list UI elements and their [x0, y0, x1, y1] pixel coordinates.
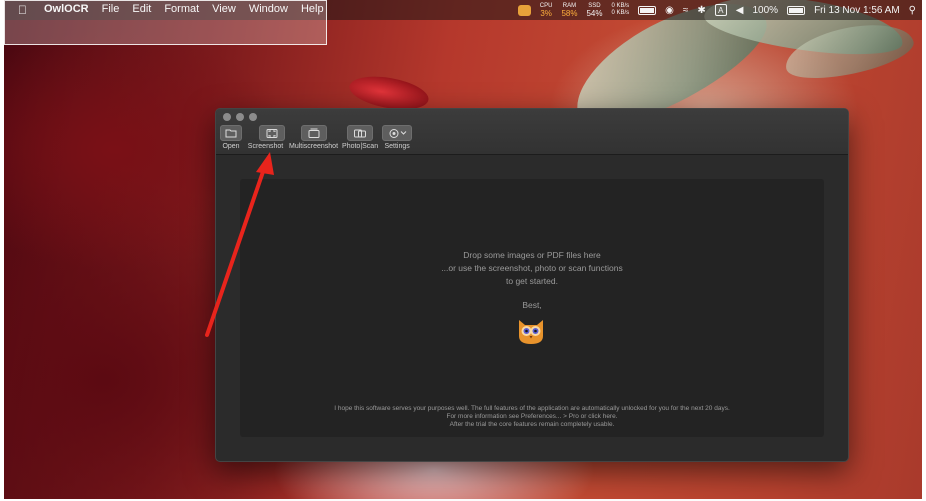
network-stat[interactable]: 0 KB/s 0 KB/s	[611, 3, 629, 17]
trial-footnote: I hope this software serves your purpose…	[240, 405, 824, 429]
cpu-value: 3%	[540, 9, 552, 18]
open-tool[interactable]: Open	[220, 125, 242, 150]
battery-icon[interactable]	[787, 5, 806, 15]
owl-logo-icon	[519, 320, 543, 344]
multiscreenshot-button[interactable]	[300, 125, 327, 141]
owlocr-window: Open Screenshot Multiscreenshot Photo|Sc…	[215, 108, 849, 462]
settings-button[interactable]	[382, 125, 413, 141]
photoscan-label: Photo|Scan	[342, 143, 379, 150]
clock[interactable]: Fri 13 Nov 1:56 AM	[814, 5, 900, 16]
open-label: Open	[222, 143, 240, 150]
menu-highlight-box	[4, 0, 327, 45]
screenshot-button[interactable]	[259, 125, 285, 141]
bluetooth-icon[interactable]: ✱	[697, 5, 705, 16]
photo-scan-icon	[354, 129, 367, 137]
screenshot-tool[interactable]: Screenshot	[246, 125, 285, 150]
spotlight-icon[interactable]: ⚲	[909, 5, 916, 16]
ram-value: 58%	[561, 9, 578, 18]
window-controls	[223, 113, 257, 121]
drop-line-3: to get started.	[506, 276, 558, 286]
footnote-line-3: After the trial the core features remain…	[449, 421, 615, 428]
volume-icon[interactable]: ◀	[736, 5, 744, 16]
multiscreenshot-label: Multiscreenshot	[289, 143, 339, 150]
screenshot-label: Screenshot	[247, 143, 284, 150]
toolbar: Open Screenshot Multiscreenshot Photo|Sc…	[220, 125, 413, 150]
status-area: CPU 3% RAM 58% SSD 54% 0 KB/s 0 KB/s ◉ ≈ ✱ A…	[517, 2, 916, 18]
settings-label: Settings	[384, 143, 410, 150]
net-up: 0 KB/s	[611, 3, 630, 9]
settings-tool[interactable]: Settings	[382, 125, 413, 150]
multiscreenshot-tool[interactable]: Multiscreenshot	[289, 125, 338, 150]
screenshot-icon	[266, 128, 278, 138]
mouse-icon[interactable]: ◉	[665, 5, 674, 16]
photoscan-button[interactable]	[347, 125, 374, 141]
input-source-icon[interactable]: A	[714, 4, 727, 16]
drop-line-2: ...or use the screenshot, photo or scan …	[441, 263, 623, 273]
gear-icon	[389, 128, 399, 138]
ram-stat[interactable]: RAM 58%	[561, 3, 578, 18]
drop-area[interactable]: Drop some images or PDF files here ...or…	[240, 179, 824, 437]
net-down: 0 KB/s	[611, 10, 630, 16]
close-button[interactable]	[223, 113, 231, 121]
footnote-line-1: I hope this software serves your purpose…	[334, 405, 730, 412]
battery-percent[interactable]: 100%	[753, 5, 779, 16]
window-titlebar: Open Screenshot Multiscreenshot Photo|Sc…	[216, 109, 848, 155]
minimize-button[interactable]	[236, 113, 244, 121]
drop-line-1: Drop some images or PDF files here	[463, 250, 601, 260]
open-button[interactable]	[220, 125, 242, 141]
stats-app-icon[interactable]	[517, 4, 531, 16]
chevron-down-icon	[400, 131, 406, 135]
folder-icon	[225, 129, 237, 137]
signoff: Best,	[522, 300, 542, 310]
battery-monitor-icon[interactable]	[638, 5, 657, 15]
photoscan-tool[interactable]: Photo|Scan	[342, 125, 378, 150]
zoom-button[interactable]	[249, 113, 257, 121]
ssd-value: 54%	[586, 9, 603, 18]
wifi-icon[interactable]: ≈	[683, 5, 689, 16]
multiscreenshot-icon	[308, 128, 320, 138]
cpu-stat[interactable]: CPU 3%	[540, 3, 553, 18]
footnote-line-2[interactable]: For more information see Preferences... …	[240, 413, 824, 421]
drop-instructions: Drop some images or PDF files here ...or…	[240, 249, 824, 288]
ssd-stat[interactable]: SSD 54%	[586, 3, 603, 18]
